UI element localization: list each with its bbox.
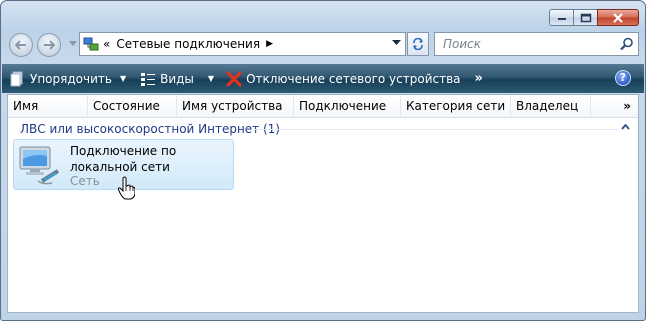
minimize-icon [557, 17, 566, 20]
disable-x-icon [226, 70, 242, 87]
search-placeholder: Поиск [443, 37, 482, 51]
group-divider [255, 129, 618, 130]
column-status[interactable]: Состояние [88, 95, 177, 117]
item-status: Сеть [70, 174, 100, 188]
close-button[interactable] [597, 9, 639, 26]
column-name[interactable]: Имя [8, 95, 88, 117]
address-overflow[interactable]: « [103, 37, 110, 51]
organize-menu[interactable]: Упорядочить ▼ [10, 64, 126, 93]
disable-network-device-button[interactable]: Отключение сетевого устройства [226, 64, 461, 93]
address-bar[interactable]: « Сетевые подключения ▶ [79, 32, 406, 56]
help-button[interactable]: ? [615, 70, 631, 86]
caption-buttons [549, 9, 639, 26]
column-owner[interactable]: Владелец [511, 95, 591, 117]
forward-arrow-icon [44, 40, 55, 50]
views-icon [141, 72, 156, 86]
organize-icon [10, 71, 23, 86]
views-label: Виды [160, 71, 194, 86]
column-header-row: Имя Состояние Имя устройства Подключение… [8, 95, 638, 118]
search-input[interactable]: Поиск [434, 32, 639, 56]
column-network-category[interactable]: Категория сети [401, 95, 511, 117]
breadcrumb-arrow-icon[interactable]: ▶ [266, 39, 273, 49]
explorer-window: « Сетевые подключения ▶ Поиск Упорядочит… [0, 0, 646, 321]
refresh-icon [413, 38, 423, 50]
collapse-chevron-icon[interactable] [621, 124, 630, 130]
item-name: Подключение по локальной сети [70, 144, 177, 174]
hand-cursor-icon [117, 176, 135, 200]
network-adapter-icon [19, 146, 60, 185]
close-icon [613, 12, 623, 23]
views-menu[interactable]: Виды ▼ [140, 64, 214, 93]
refresh-button[interactable] [407, 32, 429, 56]
breadcrumb-network-connections[interactable]: Сетевые подключения [116, 37, 260, 51]
recent-pages-dropdown-icon[interactable] [69, 41, 77, 47]
network-connections-icon [83, 37, 99, 51]
back-arrow-icon [15, 40, 26, 50]
address-dropdown-icon[interactable] [392, 40, 401, 46]
command-bar: Упорядочить ▼ Виды ▼ Отключение сетевого… [2, 64, 644, 93]
views-dropdown-icon: ▼ [207, 74, 215, 83]
disable-network-device-label: Отключение сетевого устройства [246, 71, 461, 86]
organize-dropdown-icon: ▼ [119, 74, 127, 83]
columns-overflow-button[interactable]: » [623, 95, 631, 117]
navigation-bar: « Сетевые подключения ▶ Поиск [9, 32, 639, 58]
toolbar-overflow-button[interactable]: » [475, 71, 483, 86]
file-list-pane: Имя Состояние Имя устройства Подключение… [7, 94, 639, 313]
back-button[interactable] [9, 33, 33, 57]
forward-button[interactable] [37, 33, 61, 57]
search-icon[interactable] [620, 37, 634, 51]
maximize-icon [580, 13, 591, 22]
organize-label: Упорядочить [30, 71, 112, 86]
group-header[interactable]: ЛВС или высокоскоростной Интернет (1) [20, 122, 280, 136]
column-connection[interactable]: Подключение [294, 95, 401, 117]
minimize-button[interactable] [549, 9, 574, 26]
maximize-button[interactable] [573, 9, 598, 26]
column-device-name[interactable]: Имя устройства [177, 95, 294, 117]
